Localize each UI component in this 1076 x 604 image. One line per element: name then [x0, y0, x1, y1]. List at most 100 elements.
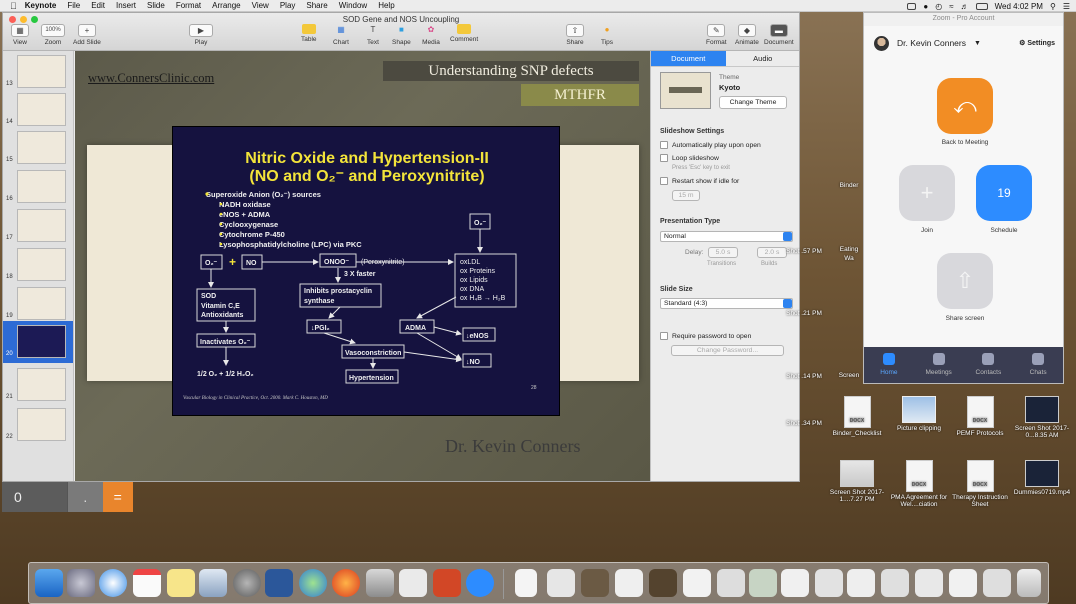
presenter-name[interactable]: Dr. Kevin Conners: [445, 436, 580, 457]
zoom-settings-button[interactable]: ⚙ Settings: [1019, 39, 1055, 47]
tab-audio[interactable]: Audio: [726, 51, 800, 66]
menu-file[interactable]: File: [67, 0, 80, 12]
desktop-icon-partial[interactable]: Shot .14 PM: [784, 373, 824, 380]
website-url[interactable]: www.ConnersClinic.com: [88, 71, 214, 86]
menu-insert[interactable]: Insert: [116, 0, 136, 12]
clock-status-icon[interactable]: ◴: [935, 2, 942, 11]
desktop-icon-partial[interactable]: Screen: [832, 372, 866, 379]
add-slide-button[interactable]: + Add Slide: [73, 24, 101, 46]
launchpad-icon[interactable]: [67, 569, 95, 597]
current-slide[interactable]: www.ConnersClinic.com Understanding SNP …: [75, 51, 650, 481]
dock-image-icon[interactable]: [649, 569, 677, 597]
desktop-file-therapy-instruction[interactable]: DOCX Therapy Instruction Sheet: [950, 460, 1010, 508]
calculator-decimal-key[interactable]: .: [67, 482, 103, 512]
auto-play-checkbox[interactable]: [660, 141, 668, 149]
change-theme-button[interactable]: Change Theme: [719, 96, 787, 109]
join-button[interactable]: +: [899, 165, 955, 221]
view-button[interactable]: ▦ View: [11, 24, 29, 46]
menu-help[interactable]: Help: [378, 0, 394, 12]
slide-size-select[interactable]: Standard (4:3): [660, 298, 793, 309]
system-preferences-icon[interactable]: [233, 569, 261, 597]
dock-image-icon[interactable]: [581, 569, 609, 597]
desktop-icon-partial[interactable]: Wa: [832, 255, 866, 262]
menu-play[interactable]: Play: [280, 0, 296, 12]
slide-subheading[interactable]: MTHFR: [521, 84, 639, 106]
desktop-file-pemf-protocols[interactable]: DOCX PEMF Protocols: [950, 396, 1010, 437]
calculator-equals-key[interactable]: =: [102, 482, 133, 512]
apple-menu-icon[interactable]: : [10, 1, 17, 11]
desktop-file-screen-shot-2[interactable]: Screen Shot 2017-1....7.27 PM: [827, 460, 887, 503]
dock-document-icon[interactable]: [781, 569, 809, 597]
require-password-checkbox[interactable]: [660, 332, 668, 340]
media-button[interactable]: ✿ Media: [422, 24, 440, 46]
desktop-file-pma-agreement[interactable]: DOCX PMA Agreement for Wel....ciation: [889, 460, 949, 508]
calendar-icon[interactable]: [133, 569, 161, 597]
nav-meetings[interactable]: Meetings: [914, 347, 964, 383]
word-icon[interactable]: [265, 569, 293, 597]
dock-document-icon[interactable]: [547, 569, 575, 597]
dock-document-icon[interactable]: [949, 569, 977, 597]
comment-button[interactable]: Comment: [450, 24, 478, 43]
schedule-button[interactable]: 19: [976, 165, 1032, 221]
slide-thumbnail-20[interactable]: 20: [6, 325, 66, 358]
change-password-button[interactable]: Change Password...: [671, 345, 784, 356]
dock-image-icon[interactable]: [749, 569, 777, 597]
chevron-down-icon[interactable]: ▼: [974, 40, 981, 47]
nav-chats[interactable]: Chats: [1013, 347, 1063, 383]
theme-preview[interactable]: [660, 72, 711, 109]
menu-clock[interactable]: Wed 4:02 PM: [995, 2, 1043, 11]
battery-icon[interactable]: [975, 2, 988, 10]
menu-keynote[interactable]: Keynote: [25, 0, 57, 12]
dock-document-icon[interactable]: [881, 569, 909, 597]
zoom-user-name[interactable]: Dr. Kevin Conners: [897, 38, 966, 48]
dock-document-icon[interactable]: [815, 569, 843, 597]
slide-thumbnail-17[interactable]: 17: [6, 209, 66, 242]
mail-icon[interactable]: [366, 569, 394, 597]
safari-icon[interactable]: [99, 569, 127, 597]
play-button[interactable]: ▶ Play: [189, 24, 213, 46]
menu-edit[interactable]: Edit: [91, 0, 105, 12]
slide-thumbnail-13[interactable]: 13: [6, 55, 66, 88]
desktop-file-binder-checklist[interactable]: DOCX Binder_Checklist: [827, 396, 887, 437]
share-button[interactable]: ⇧ Share: [566, 24, 584, 46]
build-delay-field[interactable]: 2.0 s: [757, 247, 787, 258]
slide-thumbnail-14[interactable]: 14: [6, 93, 66, 126]
dock-document-icon[interactable]: [983, 569, 1011, 597]
shape-button[interactable]: ■ Shape: [392, 24, 411, 46]
dock-document-icon[interactable]: [915, 569, 943, 597]
zoom-status-icon[interactable]: ●: [923, 2, 928, 11]
restart-stepper[interactable]: 15 m: [672, 190, 700, 201]
dock-document-icon[interactable]: [717, 569, 745, 597]
embedded-slide-image[interactable]: Nitric Oxide and Hypertension-II (NO and…: [172, 126, 560, 416]
trash-icon[interactable]: [1017, 569, 1041, 597]
notes-icon[interactable]: [167, 569, 195, 597]
powerpoint-icon[interactable]: [433, 569, 461, 597]
desktop-icon-partial[interactable]: Shot .57 PM: [784, 248, 824, 255]
slide-thumbnail-21[interactable]: 21: [6, 368, 66, 401]
wifi-icon[interactable]: ≈: [949, 2, 953, 11]
presentation-type-select[interactable]: Normal: [660, 231, 793, 242]
dock-document-icon[interactable]: [683, 569, 711, 597]
slide-canvas[interactable]: www.ConnersClinic.com Understanding SNP …: [75, 51, 650, 481]
menu-slide[interactable]: Slide: [147, 0, 165, 12]
text-button[interactable]: T Text: [364, 24, 382, 46]
firefox-icon[interactable]: [332, 569, 360, 597]
dock-document-icon[interactable]: [515, 569, 537, 597]
calculator-app-icon[interactable]: [399, 569, 427, 597]
zoom-app-icon[interactable]: [466, 569, 494, 597]
desktop-file-screen-shot[interactable]: Screen Shot 2017-0...8.35 AM: [1012, 396, 1072, 439]
document-button[interactable]: ▬ Document: [764, 24, 794, 46]
loop-checkbox[interactable]: [660, 154, 668, 162]
avatar[interactable]: [874, 35, 889, 51]
keynote-app-icon[interactable]: [199, 569, 227, 597]
menu-share[interactable]: Share: [306, 0, 327, 12]
slide-thumbnail-19[interactable]: 19: [6, 287, 66, 320]
dock-document-icon[interactable]: [847, 569, 875, 597]
volume-icon[interactable]: ♬: [961, 2, 969, 11]
spotlight-icon[interactable]: ⚲: [1050, 2, 1056, 11]
slide-heading[interactable]: Understanding SNP defects: [383, 61, 639, 81]
chrome-icon[interactable]: [299, 569, 327, 597]
zoom-button[interactable]: 100% Zoom: [41, 24, 65, 46]
slide-thumbnail-22[interactable]: 22: [6, 408, 66, 441]
desktop-icon-partial[interactable]: Binder: [832, 182, 866, 189]
